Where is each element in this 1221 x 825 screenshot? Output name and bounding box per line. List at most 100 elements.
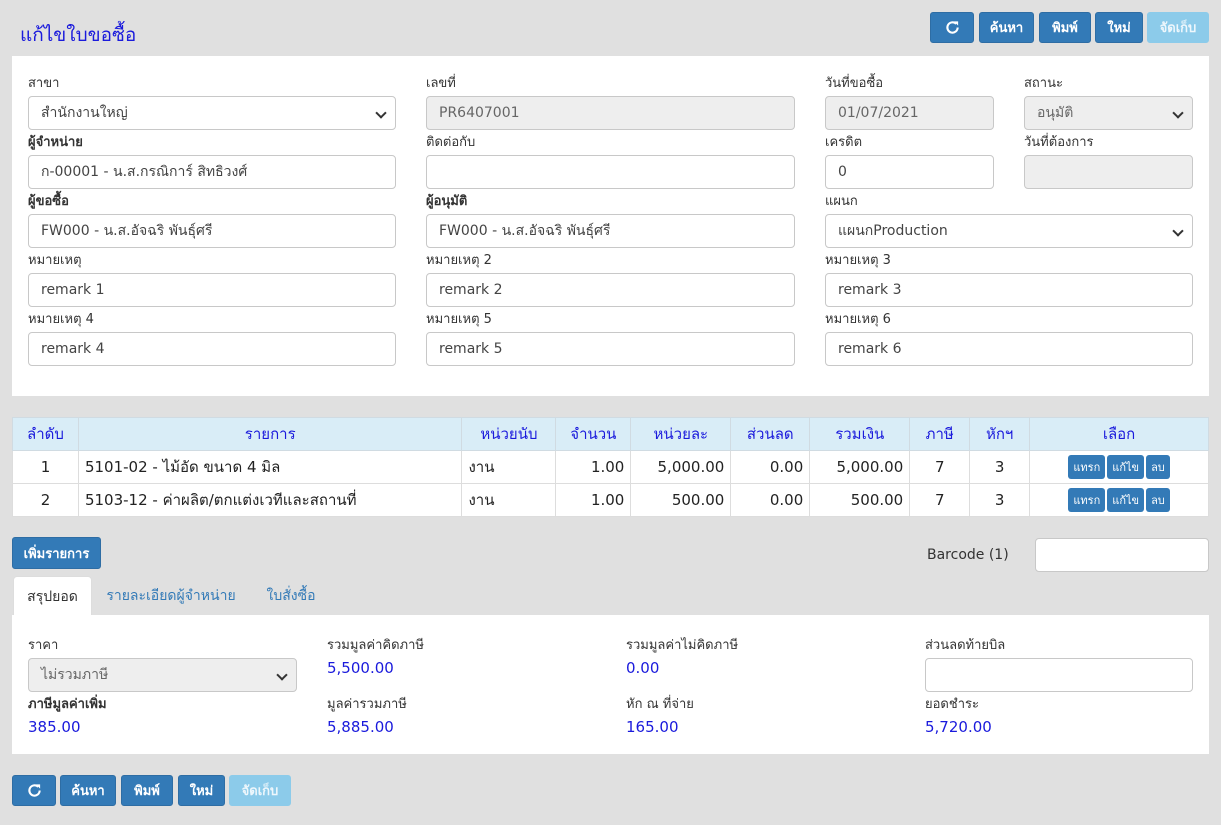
approver-field[interactable]: FW000 - น.ส.อัจฉริ พันธุ์ศรี [426,214,795,248]
search-button-bottom[interactable]: ค้นหา [60,775,116,806]
save-button-bottom[interactable]: จัดเก็บ [229,775,291,806]
cell-wht: 3 [969,483,1031,517]
dept-value: แผนกProduction [838,223,948,239]
col-header-no: ลำดับ [12,417,79,451]
table-row: 1 5101-02 - ไม้อัด ขนาด 4 มิล งาน 1.00 5… [12,450,1209,484]
col-header-unit: หน่วยนับ [461,417,557,451]
needdate-label: วันที่ต้องการ [1024,135,1094,150]
reqdate-field[interactable]: 01/07/2021 [825,96,994,130]
remark6-label: หมายเหตุ 6 [825,312,891,327]
docno-field[interactable]: PR6407001 [426,96,795,130]
status-label: สถานะ [1024,76,1063,91]
row-edit-button[interactable]: แก้ไข [1107,455,1145,479]
remark4-field[interactable]: remark 4 [28,332,396,366]
cell-item: 5101-02 - ไม้อัด ขนาด 4 มิล [77,450,463,484]
nontax-value: 0.00 [626,659,660,677]
add-item-button[interactable]: เพิ่มรายการ [12,537,101,569]
col-header-price: หน่วยละ [630,417,732,451]
cell-discount: 0.00 [730,483,811,517]
tab-vendor-detail[interactable]: รายละเอียดผู้จำหน่าย [96,576,246,616]
contact-label: ติดต่อกับ [426,135,476,150]
remark2-field[interactable]: remark 2 [426,273,795,307]
taxable-label: รวมมูลค่าคิดภาษี [327,638,424,653]
barcode-label: Barcode (1) [927,547,1009,563]
cell-no: 2 [12,483,79,517]
vat-label: ภาษีมูลค่าเพิ่ม [28,697,107,712]
cell-tax: 7 [909,450,971,484]
branch-value: สำนักงานใหญ่ [41,105,128,121]
row-edit-button[interactable]: แก้ไข [1107,488,1145,512]
cell-wht: 3 [969,450,1031,484]
vendor-field[interactable]: ก-00001 - น.ส.กรณิการ์ สิทธิวงศ์ [28,155,396,189]
print-button-bottom[interactable]: พิมพ์ [121,775,173,806]
cell-unit: งาน [461,450,557,484]
status-select[interactable]: อนุมัติ [1024,96,1193,130]
bill-discount-label: ส่วนลดท้ายบิล [925,638,1006,653]
vat-value: 385.00 [28,718,81,736]
remark3-field[interactable]: remark 3 [825,273,1193,307]
cell-total: 500.00 [809,483,911,517]
bill-discount-input[interactable] [925,658,1193,692]
row-delete-button[interactable]: ลบ [1146,455,1170,479]
cell-actions: แทรก แก้ไข ลบ [1029,450,1209,484]
remark5-field[interactable]: remark 5 [426,332,795,366]
cell-unit: งาน [461,483,557,517]
remark6-field[interactable]: remark 6 [825,332,1193,366]
requester-label: ผู้ขอซื้อ [28,194,69,209]
search-button[interactable]: ค้นหา [979,12,1034,43]
wht-value: 165.00 [626,718,679,736]
remark2-label: หมายเหตุ 2 [426,253,492,268]
remark1-label: หมายเหตุ [28,253,82,268]
cell-total: 5,000.00 [809,450,911,484]
branch-select[interactable]: สำนักงานใหญ่ [28,96,396,130]
col-header-discount: ส่วนลด [730,417,811,451]
row-insert-button[interactable]: แทรก [1068,455,1106,479]
row-delete-button[interactable]: ลบ [1146,488,1170,512]
contact-field[interactable] [426,155,795,189]
cell-item: 5103-12 - ค่าผลิต/ตกแต่งเวทีและสถานที่ [77,483,463,517]
new-button-bottom[interactable]: ใหม่ [178,775,225,806]
price-type-value: ไม่รวมภาษี [41,667,109,683]
tab-po[interactable]: ใบสั่งซื้อ [254,576,328,616]
col-header-tax: ภาษี [909,417,971,451]
save-button[interactable]: จัดเก็บ [1147,12,1209,43]
cell-discount: 0.00 [730,450,811,484]
page-title: แก้ไขใบขอซื้อ [20,24,137,46]
requester-field[interactable]: FW000 - น.ส.อัจฉริ พันธุ์ศรี [28,214,396,248]
table-row: 2 5103-12 - ค่าผลิต/ตกแต่งเวทีและสถานที่… [12,483,1209,517]
reqdate-label: วันที่ขอซื้อ [825,76,884,91]
refresh-icon [27,784,41,797]
remark4-label: หมายเหตุ 4 [28,312,94,327]
new-button[interactable]: ใหม่ [1095,12,1143,43]
vendor-label: ผู้จำหน่าย [28,135,83,150]
refresh-button-bottom[interactable] [12,775,56,806]
branch-label: สาขา [28,76,60,91]
incl-vat-value: 5,885.00 [327,718,394,736]
barcode-input[interactable] [1035,538,1209,572]
col-header-select: เลือก [1029,417,1209,451]
refresh-icon [945,21,959,34]
status-value: อนุมัติ [1037,105,1074,121]
refresh-button[interactable] [930,12,974,43]
credit-field[interactable]: 0 [825,155,994,189]
needdate-field[interactable] [1024,155,1193,189]
tab-summary[interactable]: สรุปยอด [13,576,92,616]
cell-tax: 7 [909,483,971,517]
remark1-field[interactable]: remark 1 [28,273,396,307]
cell-qty: 1.00 [555,450,632,484]
dept-select[interactable]: แผนกProduction [825,214,1193,248]
items-table: ลำดับ รายการ หน่วยนับ จำนวน หน่วยละ ส่วน… [12,417,1209,517]
cell-price: 5,000.00 [630,450,732,484]
dept-label: แผนก [825,194,858,209]
remark5-label: หมายเหตุ 5 [426,312,492,327]
row-insert-button[interactable]: แทรก [1068,488,1106,512]
print-button[interactable]: พิมพ์ [1039,12,1091,43]
price-type-select[interactable]: ไม่รวมภาษี [28,658,297,692]
wht-label: หัก ณ ที่จ่าย [626,697,694,712]
net-value: 5,720.00 [925,718,992,736]
docno-label: เลขที่ [426,76,456,91]
incl-vat-label: มูลค่ารวมภาษี [327,697,407,712]
nontax-label: รวมมูลค่าไม่คิดภาษี [626,638,739,653]
net-label: ยอดชำระ [925,697,979,712]
col-header-item: รายการ [77,417,463,451]
